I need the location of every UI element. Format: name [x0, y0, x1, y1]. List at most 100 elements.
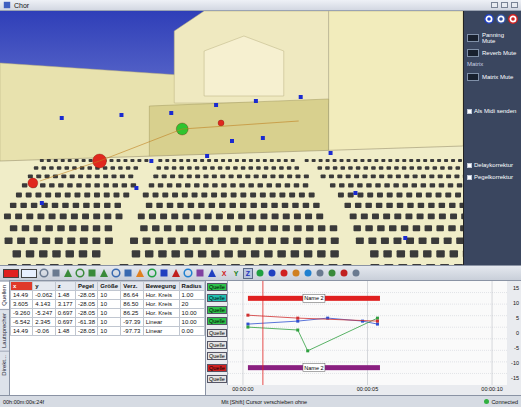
tool-icon[interactable] [303, 268, 313, 278]
timeline-bar[interactable] [248, 296, 380, 301]
tool-icon[interactable] [291, 268, 301, 278]
speaker-icon[interactable] [214, 103, 218, 107]
color-swatch[interactable] [3, 269, 19, 278]
source-label[interactable]: Quelle [207, 352, 227, 360]
timeline-bar[interactable] [248, 365, 380, 370]
series-point[interactable] [376, 317, 379, 320]
table-cell[interactable]: 14.49 [11, 327, 33, 336]
table-cell[interactable]: 1.00 [179, 291, 204, 300]
column-header[interactable]: y [33, 282, 55, 291]
column-header[interactable]: Größe [98, 282, 121, 291]
table-cell[interactable]: -28.05 [76, 327, 98, 336]
speaker-icon[interactable] [119, 113, 123, 117]
speaker-icon[interactable] [134, 186, 138, 190]
toggle-box[interactable] [467, 73, 479, 81]
tool-icon[interactable] [327, 268, 337, 278]
tool-icon[interactable] [267, 268, 277, 278]
table-cell[interactable]: 10 [98, 300, 121, 309]
speaker-icon[interactable] [40, 201, 44, 205]
source-label[interactable]: Quelle [207, 329, 227, 337]
speaker-icon[interactable] [403, 236, 407, 240]
mute-toggle[interactable]: Matrix Mute [467, 72, 518, 81]
tool-icon[interactable] [255, 268, 265, 278]
mute-toggle[interactable]: Panning Mute [467, 32, 518, 44]
table-cell[interactable]: 4.143 [33, 300, 55, 309]
axis-button[interactable]: X [219, 268, 229, 279]
app-icon[interactable] [3, 1, 11, 9]
table-cell[interactable]: 1.48 [55, 327, 75, 336]
table-cell[interactable]: 86.50 [121, 300, 143, 309]
tool-icon[interactable] [351, 268, 361, 278]
series-point[interactable] [296, 320, 299, 323]
column-header[interactable]: Pegel [76, 282, 98, 291]
column-header[interactable]: z [55, 282, 75, 291]
speaker-icon[interactable] [353, 191, 357, 195]
table-cell[interactable]: 10 [98, 309, 121, 318]
series-point[interactable] [296, 329, 299, 332]
option-checkbox[interactable]: Als Midi senden [467, 107, 518, 115]
line-style[interactable] [21, 269, 37, 278]
control-icon[interactable] [484, 14, 494, 24]
series-point[interactable] [246, 314, 249, 317]
tool-icon[interactable] [99, 268, 109, 278]
table-cell[interactable]: 10 [98, 327, 121, 336]
table-cell[interactable]: 0.00 [179, 327, 204, 336]
tool-icon[interactable] [75, 268, 85, 278]
tool-icon[interactable] [111, 268, 121, 278]
tool-icon[interactable] [207, 268, 217, 278]
checkbox[interactable] [467, 163, 472, 168]
table-cell[interactable]: 10 [98, 291, 121, 300]
series-point[interactable] [376, 323, 379, 326]
table-cell[interactable]: 86.64 [121, 291, 143, 300]
table-cell[interactable]: -28.05 [76, 291, 98, 300]
speaker-icon[interactable] [329, 151, 333, 155]
source-label[interactable]: Quelle [207, 341, 227, 349]
view-tab[interactable]: Lautsprecher [0, 309, 9, 351]
speaker-icon[interactable] [205, 154, 209, 158]
table-row[interactable]: -9.260-5.2470.697-28.051086.25Hor. Kreis… [11, 309, 205, 318]
speaker-icon[interactable] [169, 111, 173, 115]
control-icon[interactable] [508, 14, 518, 24]
table-cell[interactable]: -0.06 [33, 327, 55, 336]
series-point[interactable] [361, 320, 364, 323]
table-row[interactable]: -6.5422.3450.697-61.3810-97.39Linear10.0… [11, 318, 205, 327]
table-cell[interactable]: -6.542 [11, 318, 33, 327]
source-label[interactable]: Quelle [207, 283, 227, 291]
table-cell[interactable]: 14.49 [11, 291, 33, 300]
source-label[interactable]: Quelle [207, 364, 227, 372]
table-cell[interactable]: 20 [179, 300, 204, 309]
column-header[interactable]: Radius [179, 282, 204, 291]
table-cell[interactable]: 3.605 [11, 300, 33, 309]
control-icon[interactable] [496, 14, 506, 24]
table-cell[interactable]: -0.062 [33, 291, 55, 300]
source-label[interactable]: Quelle [207, 375, 227, 383]
table-cell[interactable]: Hor. Kreis [143, 300, 179, 309]
toggle-box[interactable] [467, 34, 479, 42]
table-cell[interactable]: 1.48 [55, 291, 75, 300]
chart[interactable]: Name 2Name 2 [228, 281, 507, 385]
table-cell[interactable]: -28.05 [76, 300, 98, 309]
table-cell[interactable]: -9.260 [11, 309, 33, 318]
tool-icon[interactable] [315, 268, 325, 278]
series-point[interactable] [246, 326, 249, 329]
3d-view[interactable] [0, 11, 463, 265]
maximize-button[interactable] [501, 2, 508, 8]
series-point[interactable] [306, 349, 309, 352]
table-cell[interactable]: -97.39 [121, 318, 143, 327]
tool-icon[interactable] [147, 268, 157, 278]
tool-icon[interactable] [51, 268, 61, 278]
table-cell[interactable]: Linear [143, 327, 179, 336]
checkbox[interactable] [467, 109, 472, 114]
tool-icon[interactable] [279, 268, 289, 278]
speaker-icon[interactable] [299, 95, 303, 99]
tool-icon[interactable] [171, 268, 181, 278]
checkbox[interactable] [467, 175, 472, 180]
speaker-icon[interactable] [60, 116, 64, 120]
mute-toggle[interactable]: Reverb Mute [467, 48, 518, 57]
option-checkbox[interactable]: Delaykorrektur [467, 161, 518, 169]
toggle-box[interactable] [467, 49, 479, 57]
axis-button[interactable]: Z [243, 268, 253, 279]
table-row[interactable]: 14.49-0.0621.48-28.051086.64Hor. Kreis1.… [11, 291, 205, 300]
column-header[interactable]: x [11, 282, 33, 291]
tool-icon[interactable] [339, 268, 349, 278]
